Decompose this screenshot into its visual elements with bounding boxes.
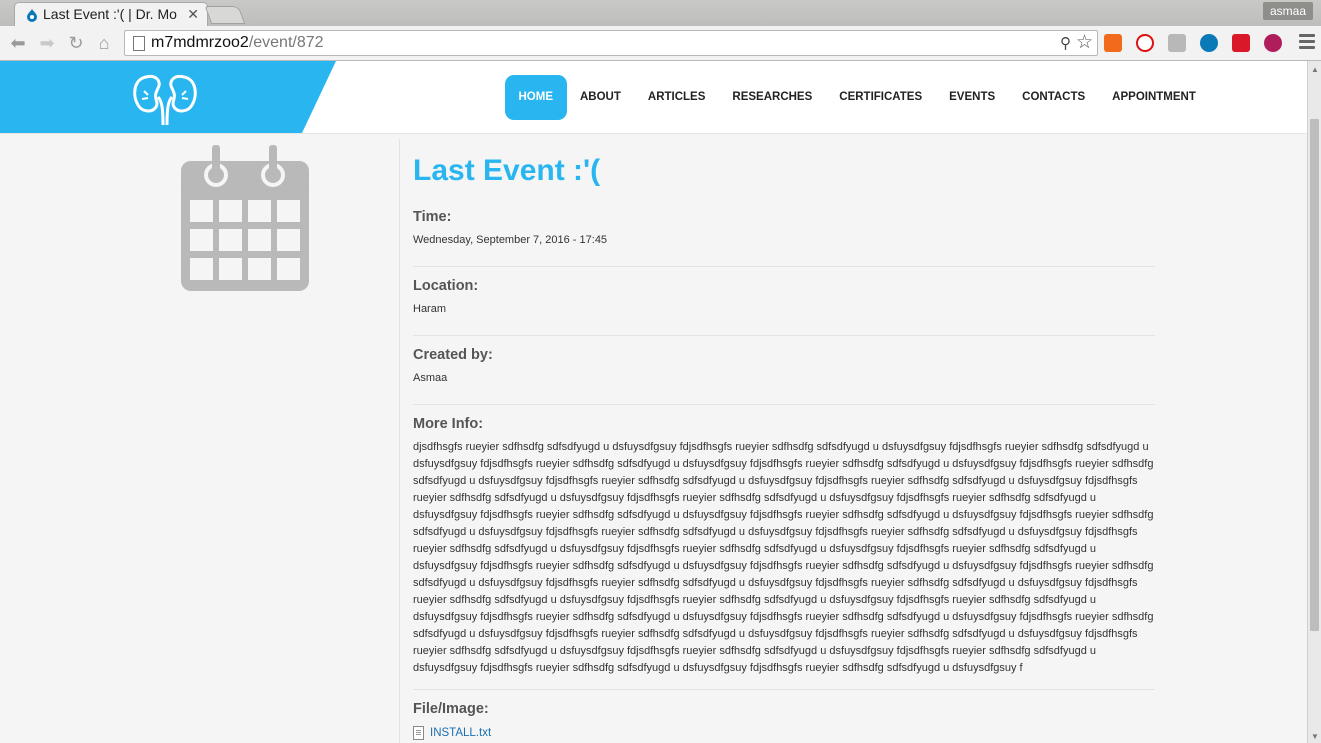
column-divider [399,139,400,743]
time-label: Time: [413,209,452,225]
browser-toolbar: ⬅ ➡ ↻ ⌂ m7mdmrzoo2/event/872 ⚲ ☆ [0,26,1321,61]
browser-menu-icon[interactable] [1299,34,1315,52]
bookmark-star-icon[interactable]: ☆ [1076,31,1093,54]
page-viewport: HOME ABOUT ARTICLES RESEARCHES CERTIFICA… [0,61,1307,743]
location-label: Location: [413,278,479,294]
page-scrollbar[interactable]: ▲ ▼ [1307,61,1321,743]
scroll-down-icon[interactable]: ▼ [1311,732,1319,741]
zoom-icon[interactable]: ⚲ [1060,34,1071,52]
scroll-up-icon[interactable]: ▲ [1311,65,1319,74]
nav-item-home[interactable]: HOME [505,75,567,120]
browser-tab-strip: Last Event :'( | Dr. Mo ✕ asmaa [0,0,1321,27]
nav-item-certificates[interactable]: CERTIFICATES [826,75,936,120]
back-arrow-icon[interactable]: ⬅ [8,33,28,53]
more-info-label: More Info: [413,416,484,432]
browser-tab[interactable]: Last Event :'( | Dr. Mo ✕ [14,2,208,27]
main-nav: HOME ABOUT ARTICLES RESEARCHES CERTIFICA… [505,75,1209,120]
pink-extension-icon[interactable] [1264,34,1282,52]
file-link[interactable]: INSTALL.txt [430,727,491,739]
scrollbar-thumb[interactable] [1310,119,1319,631]
more-info-text: djsdfhsgfs rueyier sdfhsdfg sdfsdfyugd u… [413,441,1154,674]
file-image-label: File/Image: [413,701,489,717]
event-content: Last Event :'( Time: Wednesday, Septembe… [413,151,1155,741]
nav-item-contacts[interactable]: CONTACTS [1009,75,1099,120]
created-by-value: Asmaa [413,372,448,384]
address-bar[interactable]: m7mdmrzoo2/event/872 ⚲ ☆ [124,30,1098,56]
nav-item-appointment[interactable]: APPOINTMENT [1099,75,1210,120]
url-text[interactable]: m7mdmrzoo2/event/872 [151,34,324,52]
site-header: HOME ABOUT ARTICLES RESEARCHES CERTIFICA… [0,61,1307,134]
text-file-icon [413,726,424,740]
home-icon[interactable]: ⌂ [94,33,114,53]
nav-item-events[interactable]: EVENTS [936,75,1009,120]
cube-extension-icon[interactable] [1168,34,1186,52]
profile-badge[interactable]: asmaa [1262,2,1313,20]
calendar-icon [181,145,309,291]
page-title: Last Event :'( [413,154,601,187]
time-value: Wednesday, September 7, 2016 - 17:45 [413,234,608,246]
soundcloud-extension-icon[interactable] [1104,34,1122,52]
nav-item-articles[interactable]: ARTICLES [634,75,719,120]
url-path: /event/872 [248,34,324,51]
red-extension-icon[interactable] [1232,34,1250,52]
adblock-extension-icon[interactable] [1136,34,1154,52]
url-host: m7mdmrzoo2 [151,34,249,51]
forward-arrow-icon[interactable]: ➡ [37,33,57,53]
reload-icon[interactable]: ↻ [66,33,86,53]
page-icon [133,36,145,51]
drupal-favicon-icon [27,9,37,22]
kidneys-logo-icon[interactable] [130,71,200,127]
drupal-extension-icon[interactable] [1200,34,1218,52]
created-by-label: Created by: [413,347,493,363]
nav-item-about[interactable]: ABOUT [567,75,635,120]
new-tab-button[interactable] [204,6,246,24]
tab-close-icon[interactable]: ✕ [187,6,199,23]
tab-title: Last Event :'( | Dr. Mo [43,6,177,22]
location-value: Haram [413,303,447,315]
nav-item-researches[interactable]: RESEARCHES [719,75,826,120]
file-attachment: INSTALL.txt [413,725,1155,741]
